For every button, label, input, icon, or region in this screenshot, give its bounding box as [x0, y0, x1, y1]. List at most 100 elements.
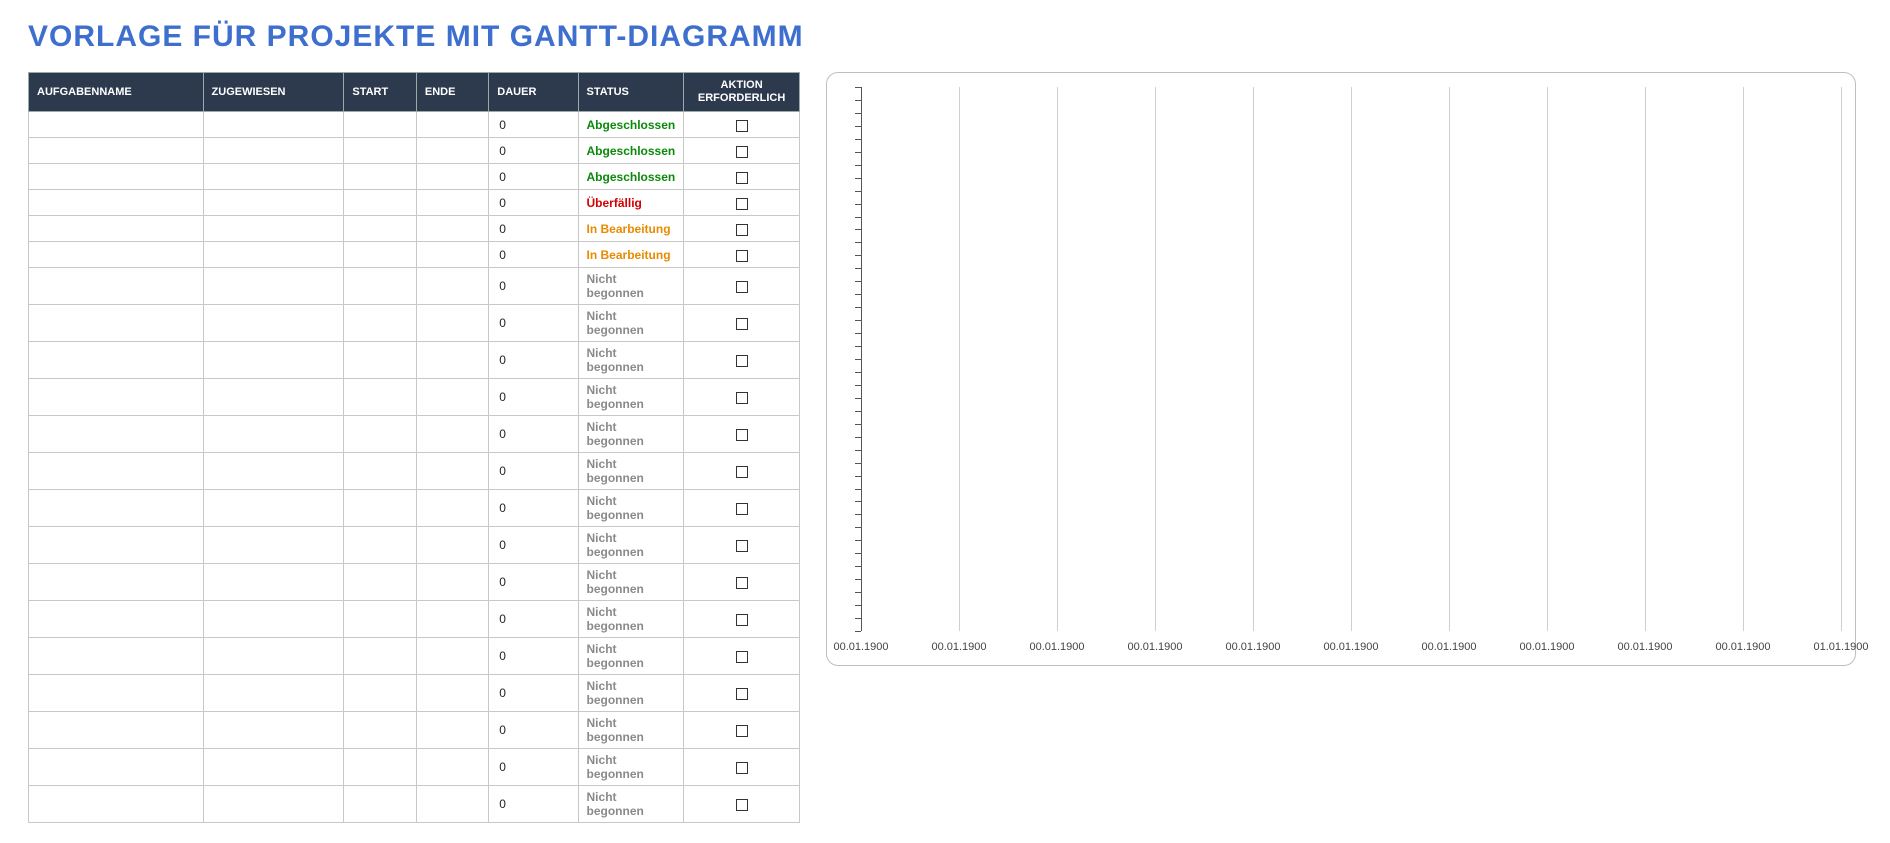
- cell-end[interactable]: [416, 490, 488, 527]
- cell-assignee[interactable]: [203, 242, 344, 268]
- cell-end[interactable]: [416, 416, 488, 453]
- cell-start[interactable]: [344, 190, 417, 216]
- cell-assignee[interactable]: [203, 638, 344, 675]
- action-checkbox[interactable]: [736, 429, 748, 441]
- cell-duration[interactable]: 0: [489, 190, 578, 216]
- cell-assignee[interactable]: [203, 190, 344, 216]
- cell-status[interactable]: Nicht begonnen: [578, 305, 684, 342]
- cell-assignee[interactable]: [203, 416, 344, 453]
- cell-assignee[interactable]: [203, 379, 344, 416]
- cell-status[interactable]: Nicht begonnen: [578, 379, 684, 416]
- cell-start[interactable]: [344, 112, 417, 138]
- cell-duration[interactable]: 0: [489, 712, 578, 749]
- cell-start[interactable]: [344, 305, 417, 342]
- cell-start[interactable]: [344, 638, 417, 675]
- cell-assignee[interactable]: [203, 342, 344, 379]
- action-checkbox[interactable]: [736, 224, 748, 236]
- cell-duration[interactable]: 0: [489, 453, 578, 490]
- col-header-assignee[interactable]: ZUGEWIESEN: [203, 73, 344, 112]
- cell-name[interactable]: [29, 242, 204, 268]
- cell-end[interactable]: [416, 749, 488, 786]
- cell-status[interactable]: In Bearbeitung: [578, 242, 684, 268]
- cell-end[interactable]: [416, 164, 488, 190]
- col-header-status[interactable]: STATUS: [578, 73, 684, 112]
- cell-duration[interactable]: 0: [489, 638, 578, 675]
- cell-start[interactable]: [344, 601, 417, 638]
- cell-start[interactable]: [344, 749, 417, 786]
- cell-name[interactable]: [29, 416, 204, 453]
- cell-end[interactable]: [416, 305, 488, 342]
- cell-assignee[interactable]: [203, 601, 344, 638]
- cell-start[interactable]: [344, 712, 417, 749]
- cell-assignee[interactable]: [203, 786, 344, 823]
- cell-duration[interactable]: 0: [489, 242, 578, 268]
- cell-duration[interactable]: 0: [489, 305, 578, 342]
- cell-start[interactable]: [344, 453, 417, 490]
- cell-start[interactable]: [344, 138, 417, 164]
- cell-assignee[interactable]: [203, 749, 344, 786]
- col-header-action[interactable]: AKTION ERFORDERLICH: [684, 73, 800, 112]
- cell-assignee[interactable]: [203, 712, 344, 749]
- cell-assignee[interactable]: [203, 305, 344, 342]
- cell-end[interactable]: [416, 216, 488, 242]
- cell-assignee[interactable]: [203, 527, 344, 564]
- action-checkbox[interactable]: [736, 688, 748, 700]
- cell-duration[interactable]: 0: [489, 342, 578, 379]
- cell-name[interactable]: [29, 112, 204, 138]
- cell-end[interactable]: [416, 268, 488, 305]
- action-checkbox[interactable]: [736, 198, 748, 210]
- cell-end[interactable]: [416, 190, 488, 216]
- cell-end[interactable]: [416, 342, 488, 379]
- cell-status[interactable]: Nicht begonnen: [578, 416, 684, 453]
- action-checkbox[interactable]: [736, 762, 748, 774]
- cell-name[interactable]: [29, 342, 204, 379]
- cell-end[interactable]: [416, 638, 488, 675]
- action-checkbox[interactable]: [736, 466, 748, 478]
- cell-name[interactable]: [29, 749, 204, 786]
- cell-assignee[interactable]: [203, 268, 344, 305]
- cell-end[interactable]: [416, 786, 488, 823]
- action-checkbox[interactable]: [736, 281, 748, 293]
- cell-end[interactable]: [416, 601, 488, 638]
- action-checkbox[interactable]: [736, 172, 748, 184]
- action-checkbox[interactable]: [736, 614, 748, 626]
- cell-status[interactable]: Nicht begonnen: [578, 490, 684, 527]
- action-checkbox[interactable]: [736, 540, 748, 552]
- cell-name[interactable]: [29, 138, 204, 164]
- cell-status[interactable]: Nicht begonnen: [578, 786, 684, 823]
- action-checkbox[interactable]: [736, 651, 748, 663]
- action-checkbox[interactable]: [736, 503, 748, 515]
- action-checkbox[interactable]: [736, 392, 748, 404]
- cell-assignee[interactable]: [203, 112, 344, 138]
- cell-duration[interactable]: 0: [489, 786, 578, 823]
- cell-name[interactable]: [29, 490, 204, 527]
- action-checkbox[interactable]: [736, 577, 748, 589]
- cell-name[interactable]: [29, 379, 204, 416]
- col-header-duration[interactable]: DAUER: [489, 73, 578, 112]
- cell-name[interactable]: [29, 601, 204, 638]
- cell-status[interactable]: Nicht begonnen: [578, 601, 684, 638]
- cell-name[interactable]: [29, 164, 204, 190]
- cell-name[interactable]: [29, 786, 204, 823]
- cell-assignee[interactable]: [203, 564, 344, 601]
- cell-start[interactable]: [344, 416, 417, 453]
- cell-duration[interactable]: 0: [489, 416, 578, 453]
- cell-status[interactable]: Überfällig: [578, 190, 684, 216]
- cell-name[interactable]: [29, 638, 204, 675]
- cell-duration[interactable]: 0: [489, 749, 578, 786]
- cell-assignee[interactable]: [203, 490, 344, 527]
- cell-name[interactable]: [29, 268, 204, 305]
- cell-duration[interactable]: 0: [489, 490, 578, 527]
- action-checkbox[interactable]: [736, 725, 748, 737]
- cell-start[interactable]: [344, 379, 417, 416]
- cell-end[interactable]: [416, 453, 488, 490]
- cell-status[interactable]: Nicht begonnen: [578, 268, 684, 305]
- cell-duration[interactable]: 0: [489, 601, 578, 638]
- action-checkbox[interactable]: [736, 355, 748, 367]
- cell-end[interactable]: [416, 242, 488, 268]
- cell-end[interactable]: [416, 112, 488, 138]
- cell-duration[interactable]: 0: [489, 138, 578, 164]
- cell-start[interactable]: [344, 786, 417, 823]
- cell-name[interactable]: [29, 675, 204, 712]
- cell-duration[interactable]: 0: [489, 268, 578, 305]
